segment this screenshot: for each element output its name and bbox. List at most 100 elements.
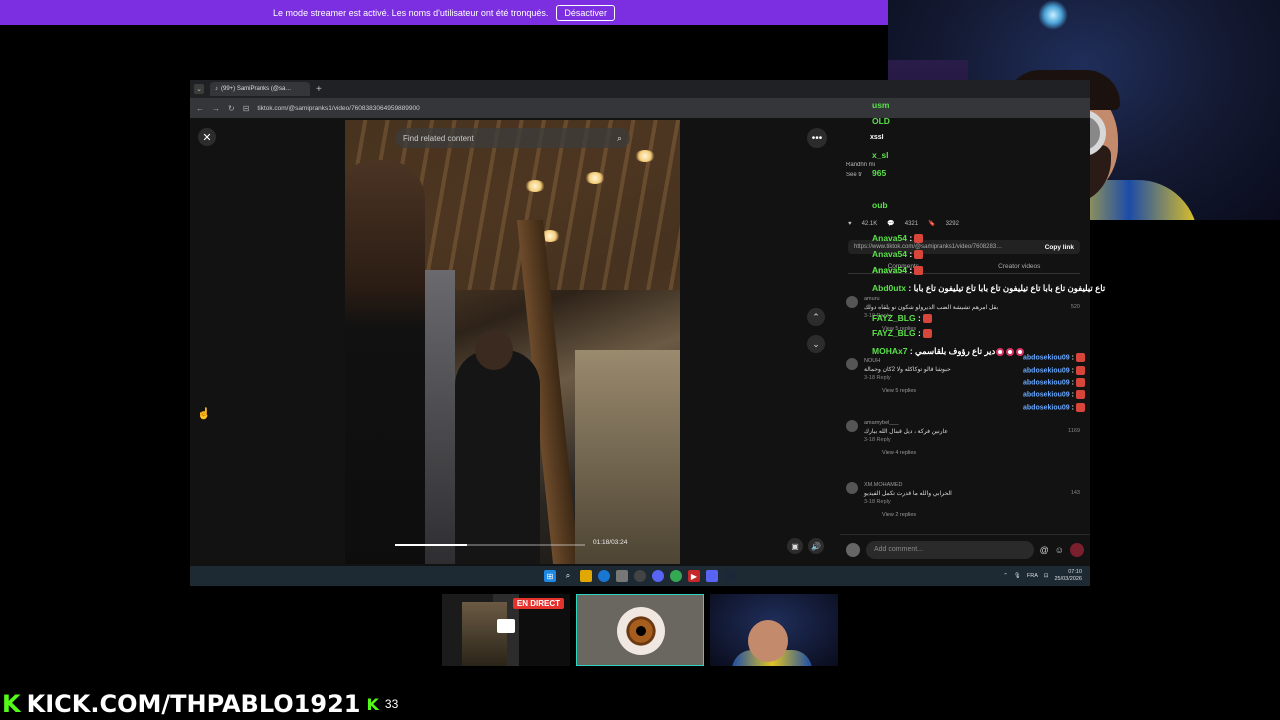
chat-text: : دير تاع رؤوف بلقاسمي [909, 346, 996, 356]
comment-user[interactable]: amuru [864, 296, 880, 302]
tab-menu-button[interactable]: ⌄ [194, 84, 204, 94]
banner-text: Le mode streamer est activé. Les noms d'… [273, 7, 549, 18]
more-options-icon[interactable]: ••• [807, 128, 827, 148]
next-video-icon[interactable]: ⌄ [807, 335, 825, 353]
view-replies-link[interactable]: View 4 replies [882, 450, 916, 456]
kick-small-logo-icon: K [366, 694, 379, 714]
tiktok-icon: ♪ [215, 86, 218, 92]
chat-text: : تاع تيليفون تاع بابا تاع تيليفون تاع ب… [908, 283, 1106, 293]
view-replies-link[interactable]: View 2 replies [882, 512, 916, 518]
copy-link-button[interactable]: Copy link [1045, 244, 1074, 251]
chat-text: : [918, 313, 921, 323]
comment-likes[interactable]: 1169 [1068, 428, 1080, 434]
chat-message: abdosekiou09 : [1023, 366, 1085, 375]
browser-tab[interactable]: ♪ (99+) SamiPranks (@sa… [210, 82, 310, 96]
microphone-icon[interactable]: 🎙 [1014, 573, 1021, 579]
previous-video-icon[interactable]: ⌃ [807, 308, 825, 326]
new-tab-button[interactable]: + [316, 84, 322, 95]
video-time: 01:18/03:24 [593, 539, 628, 546]
chat-text: : [1071, 404, 1074, 412]
streamer-mode-banner: Le mode streamer est activé. Les noms d'… [0, 0, 888, 25]
chat-username: x_sl [872, 150, 889, 160]
comment-user[interactable]: NOUH [864, 358, 880, 364]
kick-logo-icon: K [2, 690, 21, 718]
video-description: Randhn mi [846, 162, 876, 168]
comment-date: 3-18 [864, 437, 876, 443]
related-search-field[interactable]: Find related content ⌕ [395, 128, 630, 148]
like-icon[interactable]: ♥ [848, 221, 852, 227]
close-icon[interactable]: ✕ [198, 128, 216, 146]
app-icon[interactable] [706, 570, 718, 582]
chrome-icon[interactable] [670, 570, 682, 582]
send-icon[interactable] [1070, 542, 1084, 557]
chat-message: Anava54 : [872, 265, 924, 276]
tray-chevron-icon[interactable]: ⌃ [1003, 573, 1008, 579]
heart-emote-icon [996, 347, 1005, 356]
start-icon[interactable]: ⊞ [544, 570, 556, 582]
chat-message: abdosekiou09 : [1023, 403, 1085, 412]
chat-username: Abd0utx [872, 283, 906, 293]
store-icon[interactable] [616, 570, 628, 582]
comment-user[interactable]: amamybel___ [864, 420, 899, 426]
site-info-icon[interactable]: ⊟ [243, 104, 250, 113]
scene-thumbnail-capture[interactable]: EN DIRECT [442, 594, 570, 666]
reply-button[interactable]: Reply [877, 437, 891, 443]
forward-icon[interactable]: → [212, 104, 220, 113]
network-icon[interactable]: ⊡ [1044, 573, 1049, 579]
comment-icon[interactable]: 💬 [887, 220, 894, 227]
view-replies-link[interactable]: View 5 replies [882, 388, 916, 394]
media-player-icon[interactable]: ▶ [688, 570, 700, 582]
comment-text: الحرابي والله ما قدرت تكمل الفيديو [864, 491, 952, 497]
thumbnail-head [748, 620, 788, 662]
chat-username: abdosekiou09 [1023, 354, 1070, 362]
avatar[interactable] [846, 358, 858, 370]
file-explorer-icon[interactable] [580, 570, 592, 582]
clock[interactable]: 07:10 25/03/2026 [1054, 569, 1082, 582]
comment-likes[interactable]: 143 [1071, 490, 1080, 496]
volume-icon[interactable]: 🔊 [808, 538, 824, 554]
chat-text: : [918, 328, 921, 338]
scene-thumbnail-eye[interactable] [576, 594, 704, 666]
shop-counter [575, 350, 680, 564]
picture-in-picture-icon[interactable]: ▣ [787, 538, 803, 554]
video-frame[interactable] [345, 120, 680, 564]
emote-icon [1075, 390, 1085, 399]
url-field[interactable]: tiktok.com/@samipranks1/video/7608383064… [257, 105, 419, 112]
chat-message: abdosekiou09 : [1023, 378, 1085, 387]
emote-icon [1075, 403, 1085, 412]
keyboard-language[interactable]: FRA [1027, 573, 1038, 579]
video-viewer: ✕ Find related content ⌕ 01:18/03:24 •••… [190, 118, 840, 566]
video-progress-bar[interactable] [395, 544, 585, 546]
reload-icon[interactable]: ↻ [228, 104, 235, 113]
avatar[interactable] [846, 482, 858, 494]
disable-streamer-mode-button[interactable]: Désactiver [556, 4, 615, 21]
steam-icon[interactable] [724, 570, 736, 582]
chat-text: : [909, 233, 913, 243]
chat-username: abdosekiou09 [1023, 404, 1070, 412]
reply-button[interactable]: Reply [877, 499, 891, 505]
avatar[interactable] [846, 296, 858, 308]
comment-user[interactable]: XM.MOHAMED [864, 482, 903, 488]
comment-likes[interactable]: 520 [1071, 304, 1080, 310]
scene-thumbnail-webcam[interactable] [710, 594, 838, 666]
reply-button[interactable]: Reply [877, 375, 891, 381]
emoji-icon[interactable]: ☺ [1055, 545, 1064, 555]
see-translation-link[interactable]: See tr [846, 172, 862, 178]
back-icon[interactable]: ← [196, 104, 204, 113]
comment-text: بقل امرهم تشيشة الضب الديرولو شكون نو يل… [864, 305, 999, 311]
chat-username: Anava54 [872, 233, 907, 243]
search-icon[interactable]: ⌕ [562, 570, 574, 582]
add-comment-input[interactable]: Add comment... [866, 540, 1034, 559]
chat-username: Anava54 [872, 265, 907, 275]
search-icon[interactable]: ⌕ [617, 133, 622, 144]
creator-name[interactable]: xssl [870, 134, 884, 141]
obs-icon[interactable] [634, 570, 646, 582]
discord-icon[interactable] [652, 570, 664, 582]
bookmark-icon[interactable]: 🔖 [928, 220, 935, 227]
tab-creator-videos[interactable]: Creator videos [998, 263, 1040, 270]
avatar[interactable] [846, 420, 858, 432]
engagement-stats: ♥ 42.1K 💬 4321 🔖 3292 [848, 220, 959, 228]
comment-date: 3-18 [864, 499, 876, 505]
mention-icon[interactable]: @ [1040, 545, 1049, 555]
edge-icon[interactable] [598, 570, 610, 582]
